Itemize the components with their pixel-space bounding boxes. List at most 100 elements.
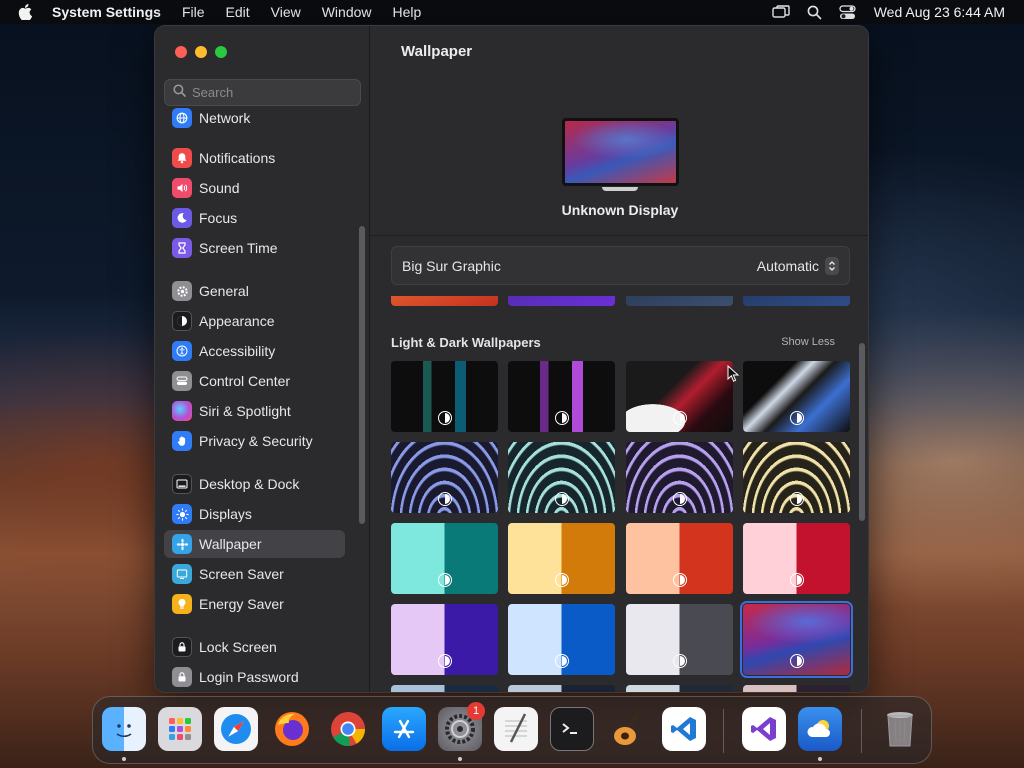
screen-saver-icon — [172, 564, 192, 584]
sidebar-item-network[interactable]: Network — [164, 108, 345, 132]
screen-mirroring-icon[interactable] — [772, 5, 790, 19]
search-icon — [173, 83, 186, 102]
sidebar-item-lock-screen[interactable]: Lock Screen — [164, 633, 345, 661]
wallpaper-thumbnail-big-sur-graphic[interactable] — [740, 601, 853, 678]
zoom-window-button[interactable] — [215, 46, 227, 58]
visual-studio-icon[interactable] — [742, 707, 786, 751]
weather-icon[interactable] — [798, 707, 842, 751]
wallpaper-thumbnail-imac-green[interactable] — [391, 361, 498, 432]
sidebar-item-label: Energy Saver — [199, 596, 284, 612]
sidebar-item-focus[interactable]: Focus — [164, 204, 345, 232]
search-field[interactable] — [164, 79, 361, 106]
menu-extras: Wed Aug 23 6:44 AM — [755, 0, 1005, 24]
wallpaper-thumbnail-imac-purple[interactable] — [508, 361, 615, 432]
garageband-icon[interactable] — [606, 707, 650, 751]
sidebar-item-notifications[interactable]: Notifications — [164, 144, 345, 172]
sidebar-item-energy-saver[interactable]: Energy Saver — [164, 590, 345, 618]
sidebar-item-general[interactable]: General — [164, 277, 345, 305]
safari-icon[interactable] — [214, 707, 258, 751]
lock-icon — [172, 637, 192, 657]
wallpaper-thumbnail[interactable] — [391, 685, 498, 692]
wallpaper-thumbnail-imac-pink[interactable] — [743, 523, 850, 594]
apple-menu-icon[interactable] — [18, 4, 34, 20]
sidebar-item-desktop-dock[interactable]: Desktop & Dock — [164, 470, 345, 498]
sidebar-item-wallpaper[interactable]: Wallpaper — [164, 530, 345, 558]
sidebar-item-label: Notifications — [199, 150, 276, 166]
display-stand — [602, 187, 638, 191]
show-less-button[interactable]: Show Less — [781, 336, 835, 348]
hourglass-icon — [172, 238, 192, 258]
notification-badge: 1 — [467, 702, 485, 720]
wallpaper-thumbnail-ventura-purple[interactable] — [626, 442, 733, 513]
display-preview — [562, 118, 679, 193]
wallpaper-thumbnail-imac-silver[interactable] — [626, 604, 733, 675]
wallpaper-thumbnail-imac-blue[interactable] — [508, 604, 615, 675]
bell-icon — [172, 148, 192, 168]
firefox-icon[interactable] — [270, 707, 314, 751]
menu-edit[interactable]: Edit — [226, 4, 250, 20]
appearance-mode-select[interactable]: Automatic — [757, 256, 839, 275]
sidebar-item-screen-time[interactable]: Screen Time — [164, 234, 345, 262]
sidebar-item-label: Network — [199, 110, 251, 126]
sidebar-item-appearance[interactable]: Appearance — [164, 307, 345, 335]
sidebar-item-siri-spotlight[interactable]: Siri & Spotlight — [164, 397, 345, 425]
menu-file[interactable]: File — [182, 4, 205, 20]
wallpaper-thumbnail[interactable] — [743, 685, 850, 692]
trash-icon[interactable] — [878, 707, 922, 751]
app-store-icon[interactable] — [382, 707, 426, 751]
menu-clock[interactable]: Wed Aug 23 6:44 AM — [874, 4, 1005, 20]
vscode-icon[interactable] — [662, 707, 706, 751]
wallpaper-thumbnail[interactable] — [626, 296, 733, 306]
launchpad-icon[interactable] — [158, 707, 202, 751]
wallpaper-thumbnail-imac-orange[interactable] — [626, 523, 733, 594]
sidebar-item-screen-saver[interactable]: Screen Saver — [164, 560, 345, 588]
finder-icon[interactable] — [102, 707, 146, 751]
wallpaper-thumbnail[interactable] — [743, 296, 850, 306]
wallpaper-thumbnail[interactable] — [508, 296, 615, 306]
gear-icon — [172, 281, 192, 301]
sidebar-item-label: Appearance — [199, 313, 275, 329]
sidebar-item-label: Login Password — [199, 669, 299, 685]
wallpaper-thumbnail-sonoma-blue[interactable] — [743, 361, 850, 432]
dynamic-wallpaper-icon — [438, 654, 452, 668]
minimize-window-button[interactable] — [195, 46, 207, 58]
sidebar-item-control-center[interactable]: Control Center — [164, 367, 345, 395]
running-indicator — [458, 757, 462, 761]
wallpaper-thumbnail[interactable] — [391, 296, 498, 306]
menu-app-name[interactable]: System Settings — [52, 4, 161, 20]
menu-bar: System Settings File Edit View Window He… — [0, 0, 1024, 24]
gallery-scrollbar[interactable] — [859, 343, 865, 521]
menu-help[interactable]: Help — [393, 4, 422, 20]
wallpaper-thumbnail[interactable] — [626, 685, 733, 692]
sidebar-item-label: Focus — [199, 210, 238, 226]
wallpaper-thumbnail-sonoma-red[interactable] — [626, 361, 733, 432]
control-center-menu-icon[interactable] — [839, 4, 856, 20]
search-input[interactable] — [192, 85, 352, 100]
wallpaper-thumbnail-imac-violet[interactable] — [391, 604, 498, 675]
textedit-icon[interactable] — [494, 707, 538, 751]
speaker-icon — [172, 178, 192, 198]
sidebar-item-displays[interactable]: Displays — [164, 500, 345, 528]
wallpaper-thumbnail-imac-yellow[interactable] — [508, 523, 615, 594]
close-window-button[interactable] — [175, 46, 187, 58]
sidebar-item-accessibility[interactable]: Accessibility — [164, 337, 345, 365]
terminal-icon[interactable] — [550, 707, 594, 751]
globe-icon — [172, 108, 192, 128]
menu-view[interactable]: View — [271, 4, 301, 20]
sidebar-item-privacy-security[interactable]: Privacy & Security — [164, 427, 345, 455]
wallpaper-thumbnail-imac-teal[interactable] — [391, 523, 498, 594]
wallpaper-thumbnail-ventura-blue[interactable] — [391, 442, 498, 513]
menu-window[interactable]: Window — [322, 4, 372, 20]
wallpaper-thumbnail-ventura-gold[interactable] — [743, 442, 850, 513]
sidebar-item-label: Displays — [199, 506, 252, 522]
spotlight-search-icon[interactable] — [807, 5, 822, 20]
chrome-icon[interactable] — [326, 707, 370, 751]
sidebar-item-sound[interactable]: Sound — [164, 174, 345, 202]
sidebar-item-login-password[interactable]: Login Password — [164, 663, 345, 691]
wallpaper-gallery: Light & Dark Wallpapers Show Less — [370, 296, 868, 692]
wallpaper-thumbnail-ventura-teal[interactable] — [508, 442, 615, 513]
wallpaper-thumbnail[interactable] — [508, 685, 615, 692]
lock-password-icon — [172, 667, 192, 687]
sidebar-scrollbar[interactable] — [359, 226, 365, 524]
dynamic-wallpaper-icon — [555, 573, 569, 587]
